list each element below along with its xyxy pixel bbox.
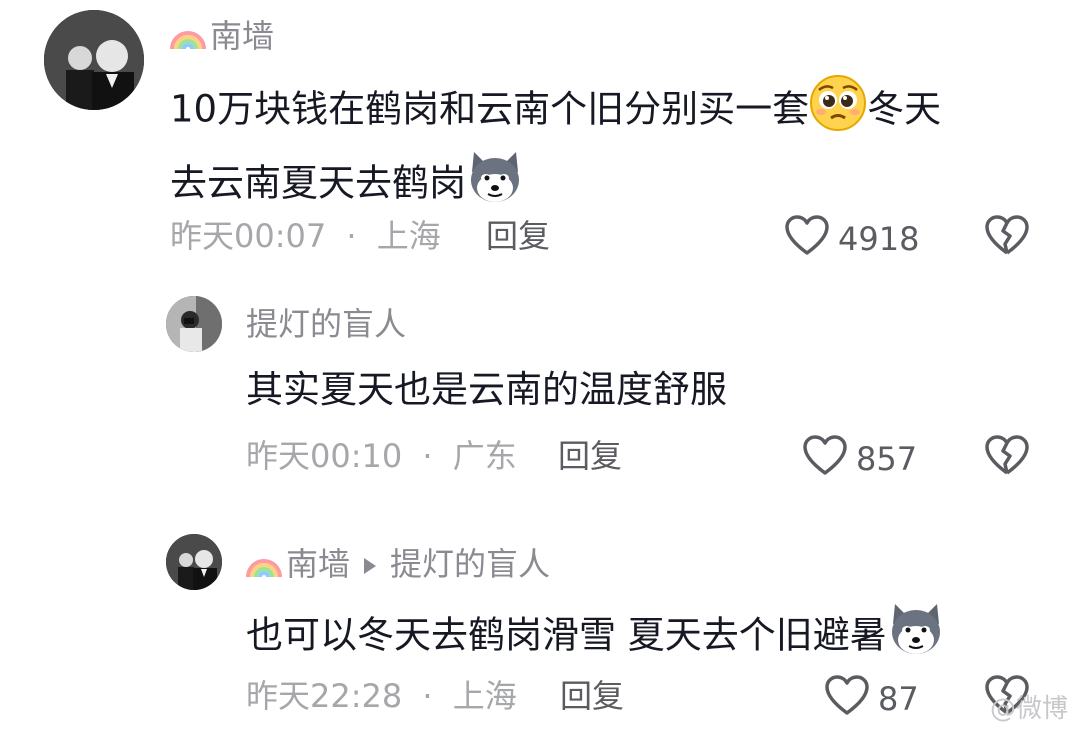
- heart-outline-icon: [824, 674, 870, 724]
- heart-outline-icon: [802, 434, 848, 484]
- comment-time: 昨天00:10: [246, 437, 403, 475]
- comment-text: 其实夏天也是云南的温度舒服: [246, 362, 727, 418]
- watermark: @微博: [989, 694, 1068, 724]
- like-count: 857: [856, 440, 918, 478]
- comment-text-part: 冬天: [867, 87, 942, 131]
- comment-text: 10万块钱在鹤岗和云南个旧分别买一套 冬天 去云南夏天去鹤岗: [170, 74, 1050, 222]
- like-button[interactable]: 4918: [784, 214, 919, 264]
- dislike-button[interactable]: [984, 214, 1030, 260]
- reply-to-name[interactable]: 提灯的盲人: [390, 545, 550, 583]
- like-button[interactable]: 857: [802, 434, 917, 484]
- rainbow-icon: [170, 18, 206, 58]
- rainbow-icon: [246, 546, 282, 586]
- comment-meta: 昨天22:28 · 上海: [246, 676, 517, 716]
- broken-heart-icon: [984, 215, 1030, 260]
- reply-button[interactable]: 回复: [486, 216, 550, 256]
- reply-button[interactable]: 回复: [560, 676, 624, 716]
- comment-time: 昨天22:28: [246, 677, 403, 715]
- avatar[interactable]: [166, 534, 222, 590]
- comment-author[interactable]: 南墙 提灯的盲人: [246, 544, 550, 586]
- comment-text-part: 其实夏天也是云南的温度舒服: [246, 368, 727, 411]
- comment-text: 也可以冬天去鹤岗滑雪 夏天去个旧避暑: [246, 600, 1046, 674]
- comment-text-part: 去云南夏天去鹤岗: [170, 161, 466, 205]
- comment-author[interactable]: 提灯的盲人: [246, 304, 406, 344]
- meta-separator: ·: [422, 677, 433, 715]
- author-name: 南墙: [286, 545, 351, 583]
- broken-heart-icon: [984, 435, 1030, 480]
- like-count: 87: [878, 680, 919, 718]
- author-name: 提灯的盲人: [246, 305, 407, 343]
- reply-arrow-icon: [364, 558, 377, 574]
- comment-time: 昨天00:07: [170, 217, 327, 255]
- comment-author[interactable]: 南墙: [170, 16, 274, 58]
- meta-separator: ·: [422, 437, 433, 475]
- avatar[interactable]: [166, 296, 222, 352]
- comment-text-part: 也可以冬天去鹤岗滑雪 夏天去个旧避暑: [246, 613, 887, 657]
- comment-location: 广东: [452, 437, 517, 475]
- husky-dog-emoji: [887, 600, 945, 674]
- author-name: 南墙: [210, 17, 275, 55]
- comment-location: 上海: [376, 217, 441, 255]
- comment-meta: 昨天00:07 · 上海: [170, 216, 441, 256]
- reply-button[interactable]: 回复: [558, 436, 622, 476]
- dislike-button[interactable]: [984, 434, 1030, 480]
- comment-text-part: 10万块钱在鹤岗和云南个旧分别买一套: [170, 87, 810, 131]
- meta-separator: ·: [346, 217, 357, 255]
- pleading-face-emoji: [809, 74, 867, 148]
- husky-dog-emoji: [466, 148, 524, 222]
- like-count: 4918: [838, 220, 920, 258]
- comment-meta: 昨天00:10 · 广东: [246, 436, 517, 476]
- heart-outline-icon: [784, 214, 830, 264]
- like-button[interactable]: 87: [824, 674, 919, 724]
- avatar[interactable]: [44, 10, 144, 110]
- comment-location: 上海: [452, 677, 517, 715]
